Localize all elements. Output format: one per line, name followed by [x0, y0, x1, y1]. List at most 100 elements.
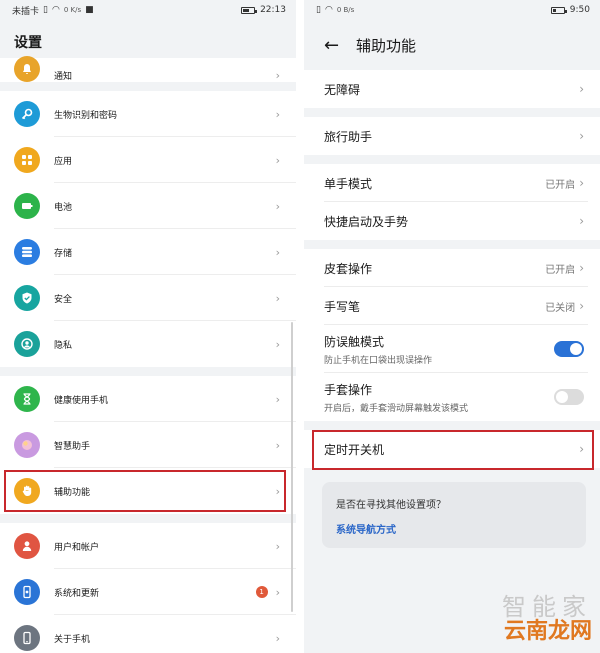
chevron-right-icon: ›	[275, 107, 280, 121]
scrollbar[interactable]	[291, 322, 293, 612]
settings-item-label: 用户和帐户	[54, 542, 100, 553]
back-arrow-icon[interactable]: ←	[324, 35, 350, 56]
user-icon	[14, 533, 40, 559]
settings-item-label: 安全	[54, 294, 73, 305]
accessibility-item[interactable]: 手写笔 已关闭 ›	[304, 287, 600, 325]
group-separator	[304, 155, 600, 164]
hourglass-icon	[14, 386, 40, 412]
item-status: 已关闭	[545, 302, 576, 314]
settings-screen: 未插卡 ▯ ◠ 0 K/s ■ 22:13 设置 通知 › 生物识别和密码 › 应用 › 电…	[0, 0, 296, 653]
carrier-text: 未插卡	[12, 6, 40, 17]
item-label: 手套操作	[324, 382, 373, 397]
settings-item[interactable]: 安全 ›	[0, 275, 296, 321]
highlight-frame	[4, 470, 286, 512]
settings-item[interactable]: 存储 ›	[0, 229, 296, 275]
accessibility-item[interactable]: 防误触模式 防止手机在口袋出现误操作	[304, 325, 600, 373]
battery-icon	[241, 6, 258, 14]
settings-item[interactable]: 关于手机 ›	[0, 615, 296, 653]
assistant-orb-icon	[14, 432, 40, 458]
item-label: 无障碍	[324, 82, 361, 97]
chevron-right-icon: ›	[275, 291, 280, 305]
sim-icon: ▯	[43, 5, 48, 15]
network-speed: 0 B/s	[336, 5, 355, 14]
privacy-icon	[14, 331, 40, 357]
item-description: 防止手机在口袋出现误操作	[324, 355, 433, 366]
item-status: 已开启	[545, 179, 576, 191]
clock: 9:50	[569, 5, 590, 15]
toggle-switch[interactable]	[554, 389, 584, 405]
watermark-logo: 智能家 云南龙网	[470, 595, 592, 647]
accessibility-item[interactable]: 手套操作开启后，戴手套滑动屏幕触发该模式	[304, 373, 600, 421]
item-description: 开启后，戴手套滑动屏幕触发该模式	[324, 403, 469, 414]
accessibility-item[interactable]: 无障碍 ›	[304, 70, 600, 108]
highlight-frame	[312, 430, 594, 470]
page-title: 设置	[14, 35, 42, 51]
settings-item[interactable]: 用户和帐户 ›	[0, 523, 296, 569]
suggestion-card: 是否在寻找其他设置项？ 系统导航方式	[322, 482, 586, 548]
settings-list: 通知 › 生物识别和密码 › 应用 › 电池 › 存储 › 安全 › 隐私 › 健康使用手机 › 智慧助手 › 辅助…	[0, 56, 296, 653]
storage-icon	[14, 239, 40, 265]
battery-icon	[550, 6, 567, 14]
group-separator	[0, 367, 296, 376]
accessibility-item[interactable]: 单手模式 已开启 ›	[304, 164, 600, 202]
chevron-right-icon: ›	[275, 392, 280, 406]
settings-item-label: 存储	[54, 248, 73, 259]
settings-item[interactable]: 健康使用手机 ›	[0, 376, 296, 422]
group-separator	[0, 514, 296, 523]
settings-item[interactable]: 应用 ›	[0, 137, 296, 183]
accessibility-list: 无障碍 › 旅行助手 › 单手模式 已开启 › 快捷启动及手势 › 皮套操作 已开启 › 手写笔 已关闭 ›…	[304, 70, 600, 470]
apps-grid-icon	[14, 147, 40, 173]
chevron-right-icon: ›	[275, 69, 280, 82]
accessibility-item[interactable]: 定时开关机 ›	[304, 430, 600, 470]
settings-item[interactable]: 辅助功能 ›	[0, 468, 296, 514]
settings-item-label: 智慧助手	[54, 441, 91, 452]
group-separator	[304, 421, 600, 430]
chevron-right-icon: ›	[275, 539, 280, 553]
settings-item[interactable]: 电池 ›	[0, 183, 296, 229]
settings-item-label: 通知	[54, 72, 73, 82]
wifi-icon: ◠	[51, 5, 60, 15]
system-navigation-link[interactable]: 系统导航方式	[336, 521, 572, 536]
settings-item[interactable]: 隐私 ›	[0, 321, 296, 367]
group-separator	[304, 108, 600, 117]
suggestion-question: 是否在寻找其他设置项？	[336, 500, 446, 511]
page-title: 辅助功能	[356, 36, 417, 55]
watermark-top: 智能家	[502, 593, 592, 621]
chevron-right-icon: ›	[275, 153, 280, 167]
shield-check-icon	[14, 285, 40, 311]
battery-icon	[14, 193, 40, 219]
item-label: 皮套操作	[324, 261, 373, 276]
update-badge: 1	[255, 586, 268, 598]
settings-item-label: 系统和更新	[54, 588, 100, 599]
video-icon: ■	[85, 5, 94, 15]
settings-item[interactable]: 生物识别和密码 ›	[0, 91, 296, 137]
settings-group: 单手模式 已开启 › 快捷启动及手势 ›	[304, 164, 600, 240]
phone-icon	[14, 625, 40, 651]
settings-item-label: 应用	[54, 156, 73, 167]
clock: 22:13	[260, 5, 286, 15]
chevron-right-icon: ›	[275, 438, 280, 452]
item-status: 已开启	[545, 264, 576, 276]
wifi-icon: ◠	[324, 5, 333, 15]
settings-item-label: 隐私	[54, 340, 73, 351]
chevron-right-icon: ›	[275, 585, 280, 599]
settings-item[interactable]: 智慧助手 ›	[0, 422, 296, 468]
settings-group: 定时开关机 ›	[304, 430, 600, 470]
chevron-right-icon: ›	[579, 82, 584, 96]
accessibility-item[interactable]: 快捷启动及手势 ›	[304, 202, 600, 240]
accessibility-item[interactable]: 皮套操作 已开启 ›	[304, 249, 600, 287]
bell-icon	[14, 56, 40, 82]
group-separator	[0, 82, 296, 91]
item-label: 手写笔	[324, 299, 361, 314]
watermark-bottom: 云南龙网	[503, 619, 592, 644]
settings-group: 通知 ›	[0, 56, 296, 82]
chevron-right-icon: ›	[275, 199, 280, 213]
group-separator	[304, 240, 600, 249]
header: ← 辅助功能	[304, 20, 600, 70]
chevron-right-icon: ›	[579, 214, 584, 228]
settings-item[interactable]: 系统和更新 1 ›	[0, 569, 296, 615]
item-label: 单手模式	[324, 176, 373, 191]
accessibility-item[interactable]: 旅行助手 ›	[304, 117, 600, 155]
settings-item[interactable]: 通知 ›	[0, 56, 296, 82]
toggle-switch[interactable]	[554, 341, 584, 357]
